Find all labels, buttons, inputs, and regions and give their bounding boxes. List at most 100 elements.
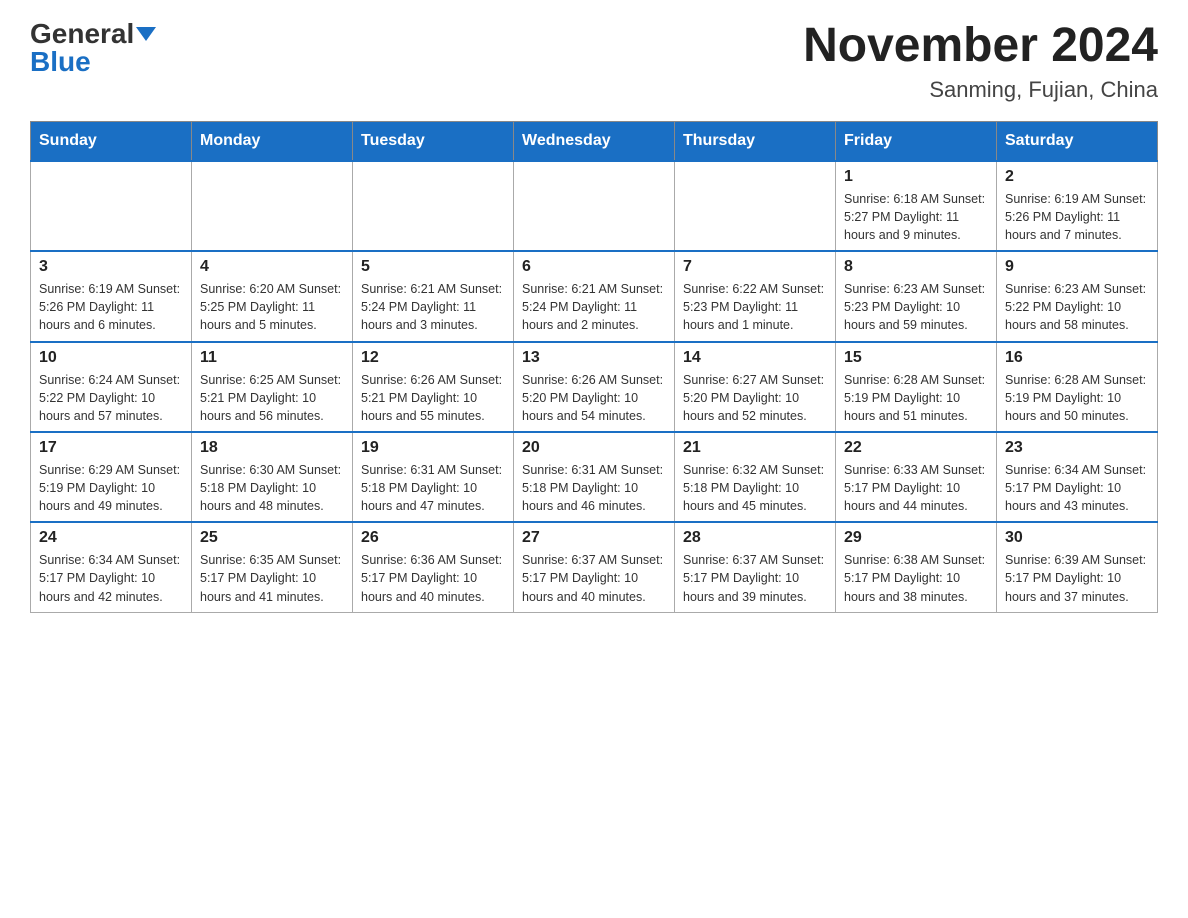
calendar-day-cell	[514, 161, 675, 251]
subtitle: Sanming, Fujian, China	[803, 77, 1158, 103]
day-number: 18	[200, 439, 344, 457]
calendar-day-header: Monday	[192, 121, 353, 161]
logo-general-text: General	[30, 20, 134, 48]
calendar-table: SundayMondayTuesdayWednesdayThursdayFrid…	[30, 121, 1158, 613]
logo: General Blue	[30, 20, 156, 76]
calendar-day-cell: 14 Sunrise: 6:27 AM Sunset: 5:20 PM Dayli…	[675, 342, 836, 432]
calendar-day-header: Wednesday	[514, 121, 675, 161]
week-row: 3 Sunrise: 6:19 AM Sunset: 5:26 PM Daylig…	[31, 251, 1158, 341]
day-number: 22	[844, 439, 988, 457]
day-info: Sunrise: 6:23 AM Sunset: 5:23 PM Dayligh…	[844, 280, 988, 334]
calendar-day-header: Sunday	[31, 121, 192, 161]
day-number: 27	[522, 529, 666, 547]
day-info: Sunrise: 6:39 AM Sunset: 5:17 PM Dayligh…	[1005, 551, 1149, 605]
day-number: 12	[361, 349, 505, 367]
day-number: 3	[39, 258, 183, 276]
day-number: 30	[1005, 529, 1149, 547]
day-info: Sunrise: 6:31 AM Sunset: 5:18 PM Dayligh…	[361, 461, 505, 515]
day-number: 20	[522, 439, 666, 457]
day-number: 1	[844, 168, 988, 186]
calendar-day-cell: 20 Sunrise: 6:31 AM Sunset: 5:18 PM Dayli…	[514, 432, 675, 522]
calendar-day-cell: 25Sunrise: 6:35 AM Sunset: 5:17 PM Dayli…	[192, 522, 353, 612]
calendar-day-cell: 19 Sunrise: 6:31 AM Sunset: 5:18 PM Dayli…	[353, 432, 514, 522]
calendar-day-cell: 18Sunrise: 6:30 AM Sunset: 5:18 PM Dayli…	[192, 432, 353, 522]
calendar-day-cell: 5 Sunrise: 6:21 AM Sunset: 5:24 PM Daylig…	[353, 251, 514, 341]
calendar-day-cell: 28 Sunrise: 6:37 AM Sunset: 5:17 PM Dayli…	[675, 522, 836, 612]
calendar-day-cell: 8Sunrise: 6:23 AM Sunset: 5:23 PM Daylig…	[836, 251, 997, 341]
calendar-day-cell: 11 Sunrise: 6:25 AM Sunset: 5:21 PM Dayli…	[192, 342, 353, 432]
calendar-day-cell: 21 Sunrise: 6:32 AM Sunset: 5:18 PM Dayli…	[675, 432, 836, 522]
calendar-day-cell: 12 Sunrise: 6:26 AM Sunset: 5:21 PM Dayli…	[353, 342, 514, 432]
day-number: 2	[1005, 168, 1149, 186]
calendar-day-cell: 16Sunrise: 6:28 AM Sunset: 5:19 PM Dayli…	[997, 342, 1158, 432]
day-number: 19	[361, 439, 505, 457]
day-number: 9	[1005, 258, 1149, 276]
day-number: 15	[844, 349, 988, 367]
calendar-day-cell: 4 Sunrise: 6:20 AM Sunset: 5:25 PM Daylig…	[192, 251, 353, 341]
day-info: Sunrise: 6:25 AM Sunset: 5:21 PM Dayligh…	[200, 371, 344, 425]
day-number: 5	[361, 258, 505, 276]
day-number: 6	[522, 258, 666, 276]
calendar-day-cell: 9 Sunrise: 6:23 AM Sunset: 5:22 PM Daylig…	[997, 251, 1158, 341]
day-info: Sunrise: 6:24 AM Sunset: 5:22 PM Dayligh…	[39, 371, 183, 425]
day-info: Sunrise: 6:34 AM Sunset: 5:17 PM Dayligh…	[39, 551, 183, 605]
calendar-day-header: Thursday	[675, 121, 836, 161]
calendar-day-cell	[31, 161, 192, 251]
day-number: 10	[39, 349, 183, 367]
day-info: Sunrise: 6:21 AM Sunset: 5:24 PM Dayligh…	[522, 280, 666, 334]
calendar-day-cell	[353, 161, 514, 251]
calendar-day-cell: 6 Sunrise: 6:21 AM Sunset: 5:24 PM Daylig…	[514, 251, 675, 341]
calendar-day-cell: 27 Sunrise: 6:37 AM Sunset: 5:17 PM Dayli…	[514, 522, 675, 612]
day-info: Sunrise: 6:38 AM Sunset: 5:17 PM Dayligh…	[844, 551, 988, 605]
week-row: 24 Sunrise: 6:34 AM Sunset: 5:17 PM Dayli…	[31, 522, 1158, 612]
day-number: 23	[1005, 439, 1149, 457]
calendar-day-cell: 24 Sunrise: 6:34 AM Sunset: 5:17 PM Dayli…	[31, 522, 192, 612]
day-number: 21	[683, 439, 827, 457]
day-info: Sunrise: 6:32 AM Sunset: 5:18 PM Dayligh…	[683, 461, 827, 515]
day-info: Sunrise: 6:37 AM Sunset: 5:17 PM Dayligh…	[522, 551, 666, 605]
week-row: 10 Sunrise: 6:24 AM Sunset: 5:22 PM Dayli…	[31, 342, 1158, 432]
day-number: 28	[683, 529, 827, 547]
day-info: Sunrise: 6:19 AM Sunset: 5:26 PM Dayligh…	[1005, 190, 1149, 244]
day-info: Sunrise: 6:29 AM Sunset: 5:19 PM Dayligh…	[39, 461, 183, 515]
calendar-day-cell: 1 Sunrise: 6:18 AM Sunset: 5:27 PM Daylig…	[836, 161, 997, 251]
day-info: Sunrise: 6:35 AM Sunset: 5:17 PM Dayligh…	[200, 551, 344, 605]
day-info: Sunrise: 6:27 AM Sunset: 5:20 PM Dayligh…	[683, 371, 827, 425]
calendar-day-header: Saturday	[997, 121, 1158, 161]
calendar-day-cell: 13Sunrise: 6:26 AM Sunset: 5:20 PM Dayli…	[514, 342, 675, 432]
day-info: Sunrise: 6:28 AM Sunset: 5:19 PM Dayligh…	[1005, 371, 1149, 425]
day-info: Sunrise: 6:20 AM Sunset: 5:25 PM Dayligh…	[200, 280, 344, 334]
calendar-day-cell: 22Sunrise: 6:33 AM Sunset: 5:17 PM Dayli…	[836, 432, 997, 522]
calendar-day-cell: 3 Sunrise: 6:19 AM Sunset: 5:26 PM Daylig…	[31, 251, 192, 341]
day-info: Sunrise: 6:23 AM Sunset: 5:22 PM Dayligh…	[1005, 280, 1149, 334]
calendar-day-header: Friday	[836, 121, 997, 161]
calendar-day-cell: 30 Sunrise: 6:39 AM Sunset: 5:17 PM Dayli…	[997, 522, 1158, 612]
day-number: 11	[200, 349, 344, 367]
calendar-day-cell: 26Sunrise: 6:36 AM Sunset: 5:17 PM Dayli…	[353, 522, 514, 612]
day-number: 14	[683, 349, 827, 367]
logo-blue-text: Blue	[30, 46, 91, 77]
day-info: Sunrise: 6:36 AM Sunset: 5:17 PM Dayligh…	[361, 551, 505, 605]
calendar-day-cell: 29Sunrise: 6:38 AM Sunset: 5:17 PM Dayli…	[836, 522, 997, 612]
day-info: Sunrise: 6:22 AM Sunset: 5:23 PM Dayligh…	[683, 280, 827, 334]
calendar-day-cell: 7Sunrise: 6:22 AM Sunset: 5:23 PM Daylig…	[675, 251, 836, 341]
day-info: Sunrise: 6:37 AM Sunset: 5:17 PM Dayligh…	[683, 551, 827, 605]
day-info: Sunrise: 6:28 AM Sunset: 5:19 PM Dayligh…	[844, 371, 988, 425]
calendar-day-cell: 2 Sunrise: 6:19 AM Sunset: 5:26 PM Daylig…	[997, 161, 1158, 251]
day-number: 24	[39, 529, 183, 547]
calendar-day-cell: 10 Sunrise: 6:24 AM Sunset: 5:22 PM Dayli…	[31, 342, 192, 432]
day-info: Sunrise: 6:18 AM Sunset: 5:27 PM Dayligh…	[844, 190, 988, 244]
title-block: November 2024 Sanming, Fujian, China	[803, 20, 1158, 103]
day-info: Sunrise: 6:26 AM Sunset: 5:21 PM Dayligh…	[361, 371, 505, 425]
calendar-day-cell: 17Sunrise: 6:29 AM Sunset: 5:19 PM Dayli…	[31, 432, 192, 522]
calendar-day-cell	[675, 161, 836, 251]
day-number: 4	[200, 258, 344, 276]
day-info: Sunrise: 6:31 AM Sunset: 5:18 PM Dayligh…	[522, 461, 666, 515]
week-row: 1 Sunrise: 6:18 AM Sunset: 5:27 PM Daylig…	[31, 161, 1158, 251]
logo-triangle-icon	[136, 27, 156, 41]
day-info: Sunrise: 6:21 AM Sunset: 5:24 PM Dayligh…	[361, 280, 505, 334]
day-info: Sunrise: 6:19 AM Sunset: 5:26 PM Dayligh…	[39, 280, 183, 334]
calendar-day-cell: 15 Sunrise: 6:28 AM Sunset: 5:19 PM Dayli…	[836, 342, 997, 432]
week-row: 17Sunrise: 6:29 AM Sunset: 5:19 PM Dayli…	[31, 432, 1158, 522]
page-header: General Blue November 2024 Sanming, Fuji…	[30, 20, 1158, 103]
